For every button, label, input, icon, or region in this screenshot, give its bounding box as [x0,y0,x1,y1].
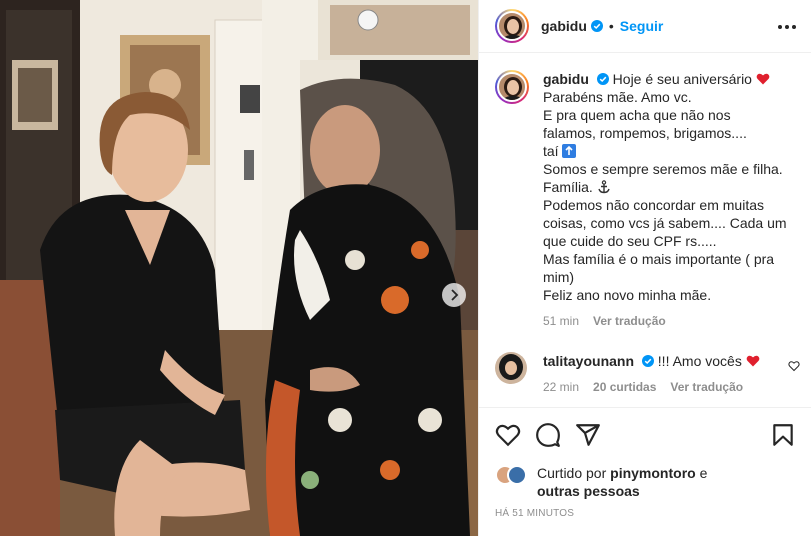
red-heart-emoji-icon [756,73,770,85]
caption-line: falamos, rompemos, brigamos.... [543,125,747,141]
verified-badge-icon [641,355,654,367]
comment-item: talitayounann !!! Amo vocês 22 min 20 cu… [495,352,800,396]
post-side-panel: gabidu • Seguir gabidu Hoje é seu aniver… [478,0,811,536]
liked-by-avatars[interactable] [495,465,533,485]
up-arrow-emoji-icon [562,144,577,158]
heart-icon[interactable] [495,422,521,448]
next-photo-button[interactable] [442,283,466,307]
red-heart-emoji-icon [746,355,760,367]
caption-line: Somos e sempre seremos mãe e filha. [543,161,783,177]
share-icon[interactable] [575,422,601,448]
comment-heart-icon[interactable] [788,360,800,372]
more-options-icon[interactable] [778,18,796,36]
caption-line: E pra quem acha que não nos [543,107,731,123]
post-header: gabidu • Seguir [479,0,811,53]
anchor-emoji-icon [598,180,610,194]
liked-by-conjunction: e [699,465,708,481]
comment-meta: 22 min 20 curtidas Ver tradução [543,378,760,396]
commenter-username[interactable]: talitayounann [543,353,634,369]
author-username[interactable]: gabidu [541,18,587,34]
liked-by-others[interactable]: outras pessoas [537,482,707,500]
caption-time: 51 min [543,314,580,328]
caption-line: Feliz ano novo minha mãe. [543,287,712,303]
verified-badge-icon [596,73,609,85]
comment-time: 22 min [543,380,580,394]
photo-illustration [0,0,478,536]
caption-line: coisas, como vcs já sabem.... Cada um [543,215,787,231]
action-icons-row [495,422,796,448]
caption-line: Parabéns mãe. Amo vc. [543,89,692,105]
follow-button[interactable]: Seguir [620,18,664,34]
caption-line: Mas família é o mais importante ( pra [543,251,775,267]
caption-line: mim) [543,269,575,285]
caption-avatar[interactable] [495,70,529,104]
comment-text: !!! Amo vocês [657,353,742,369]
liked-by: Curtido por pinymontoro e outras pessoas [495,464,707,500]
caption-text: gabidu Hoje é seu aniversário Parabéns m… [543,70,787,330]
comment-body: talitayounann !!! Amo vocês 22 min 20 cu… [543,352,760,396]
post-photo[interactable] [0,0,478,536]
caption-line: que cuide do seu CPF rs..... [543,233,717,249]
header-separator: • [608,18,614,34]
post-timestamp[interactable]: HÁ 51 MINUTOS [495,508,574,519]
liked-by-user[interactable]: pinymontoro [610,465,696,481]
caption-username[interactable]: gabidu [543,71,589,87]
post-caption: gabidu Hoje é seu aniversário Parabéns m… [495,70,800,330]
caption-line: Podemos não concordar em muitas [543,197,764,213]
comments-section: gabidu Hoje é seu aniversário Parabéns m… [479,54,811,406]
post-actions: Curtido por pinymontoro e outras pessoas… [479,407,811,536]
caption-line: Hoje é seu aniversário [612,71,752,87]
caption-line: taí [543,143,559,159]
caption-line: Família. [543,179,593,195]
caption-translate-link[interactable]: Ver tradução [593,312,666,330]
bookmark-icon[interactable] [770,422,796,448]
comment-likes-link[interactable]: 20 curtidas [593,378,656,396]
caption-meta: 51 min Ver tradução [543,312,787,330]
comment-translate-link[interactable]: Ver tradução [670,378,743,396]
liked-by-prefix: Curtido por [537,465,607,481]
author-avatar[interactable] [495,9,529,43]
chevron-right-icon [451,289,459,301]
commenter-avatar[interactable] [495,352,527,384]
comment-icon[interactable] [535,422,561,448]
verified-badge-icon [590,20,603,32]
